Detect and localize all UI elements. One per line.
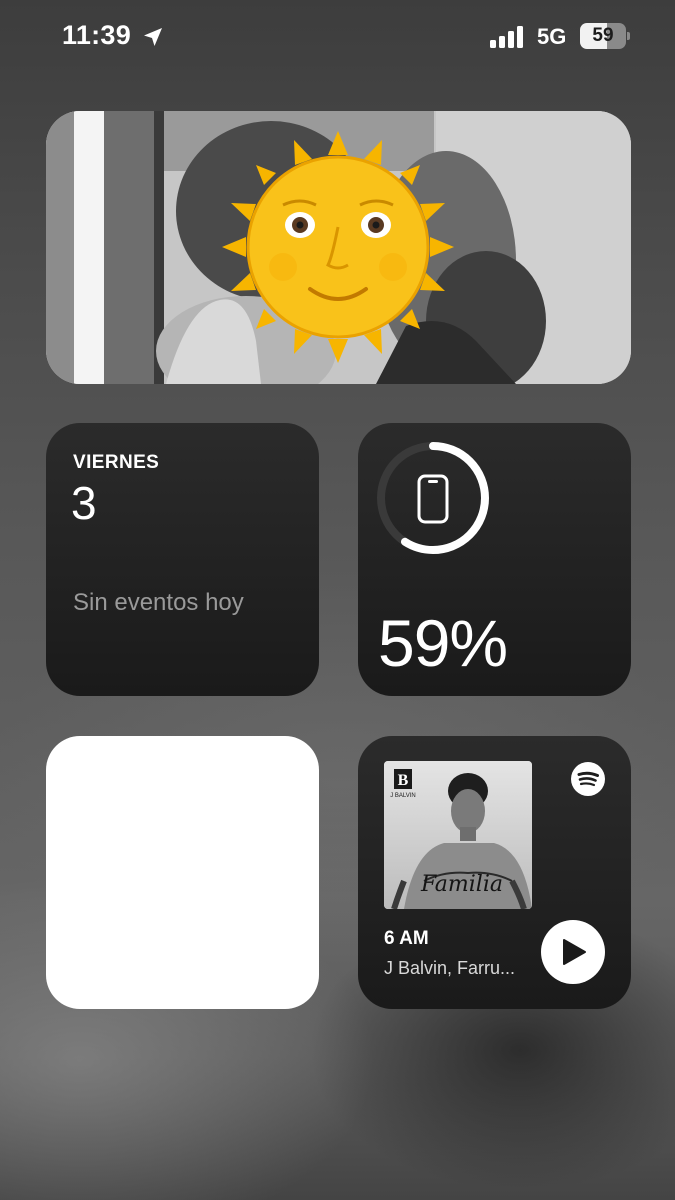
battery-percent-text: 59% [378,606,508,680]
battery-widget[interactable]: 59% [358,423,631,696]
calendar-widget[interactable]: VIERNES 3 Sin eventos hoy [46,423,319,696]
album-artist-art-text: J BALVIN [390,793,416,799]
svg-text:B: B [398,772,409,789]
track-title: 6 AM [384,928,429,949]
status-time: 11:39 [62,20,132,50]
battery-ring [377,442,489,554]
calendar-date: 3 [71,477,97,529]
location-arrow-icon [144,28,162,46]
album-art[interactable]: B J BALVIN Familia [384,761,532,909]
battery-indicator: 59 [580,23,630,49]
track-artist: J Balvin, Farru... [384,958,516,978]
play-icon [563,939,586,965]
sun-face-emoji [222,131,454,363]
calendar-day-name: VIERNES [73,452,160,473]
status-bar: 11:39 5G 59 [0,0,675,72]
blank-widget[interactable] [46,736,319,1009]
spotify-icon[interactable] [571,762,605,796]
battery-level-text: 59 [592,25,614,46]
photo-image [46,111,631,384]
spotify-widget[interactable]: B J BALVIN Familia 6 AM J Balvin, Farru.… [358,736,631,1009]
album-cover-image: B J BALVIN Familia [384,761,532,909]
cellular-signal-icon [490,26,523,48]
calendar-no-events-text: Sin eventos hoy [73,589,244,616]
network-type-label: 5G [537,24,567,49]
photo-widget[interactable] [46,111,631,384]
play-button[interactable] [541,920,605,984]
iphone-icon [417,474,449,524]
battery-tip [627,32,630,40]
album-title-art-text: Familia [420,872,503,897]
